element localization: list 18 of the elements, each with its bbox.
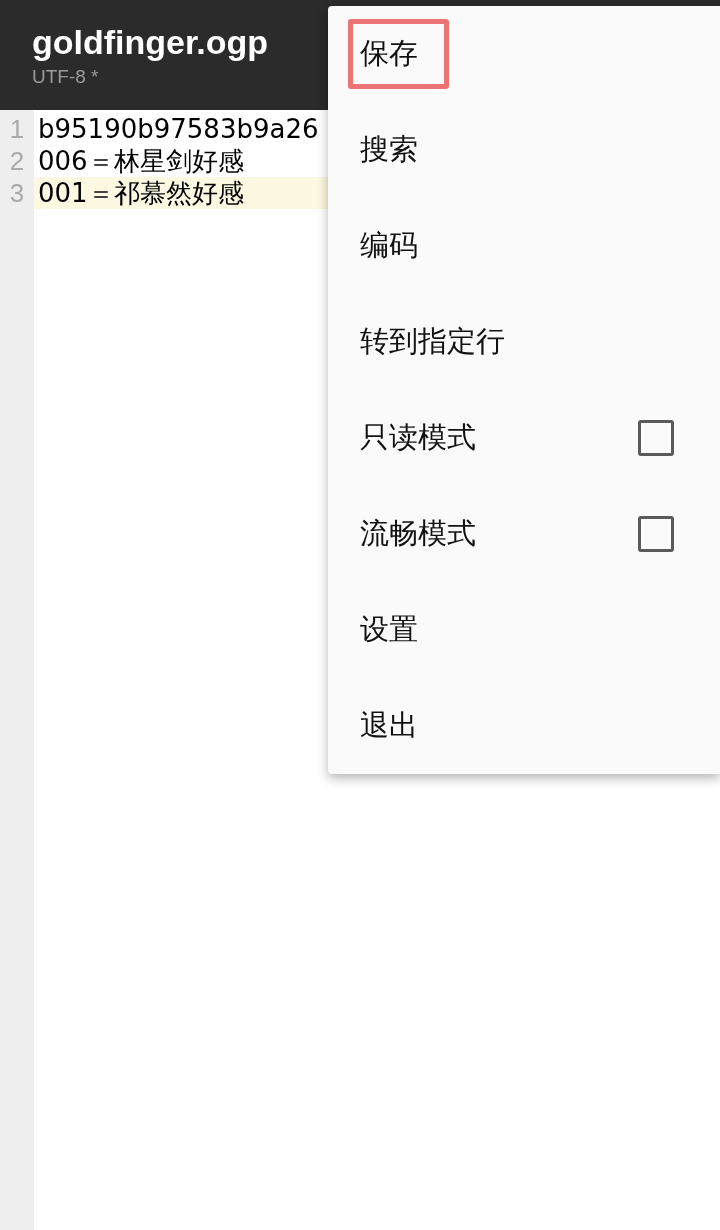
menu-item[interactable]: 只读模式 xyxy=(348,403,488,473)
checkbox[interactable] xyxy=(638,516,674,552)
menu-item[interactable]: 退出 xyxy=(348,691,430,761)
checkbox[interactable] xyxy=(638,420,674,456)
line-number: 2 xyxy=(8,145,26,177)
menu-item[interactable]: 设置 xyxy=(348,595,430,665)
menu-item[interactable]: 编码 xyxy=(348,211,430,281)
file-title: goldfinger.ogp xyxy=(32,22,269,63)
menu-item[interactable]: 流畅模式 xyxy=(348,499,488,569)
line-number: 3 xyxy=(8,177,26,209)
file-encoding: UTF-8 * xyxy=(32,65,99,89)
code-line: 006＝林星剑好感 xyxy=(37,145,244,177)
menu-item[interactable]: 搜索 xyxy=(348,115,430,185)
line-number: 1 xyxy=(8,113,26,145)
menu-item[interactable]: 保存 xyxy=(348,19,449,89)
code-line: b95190b97583b9a26 xyxy=(37,113,319,145)
code-line: 001＝祁慕然好感 xyxy=(37,177,244,209)
menu-item[interactable]: 转到指定行 xyxy=(348,307,517,377)
